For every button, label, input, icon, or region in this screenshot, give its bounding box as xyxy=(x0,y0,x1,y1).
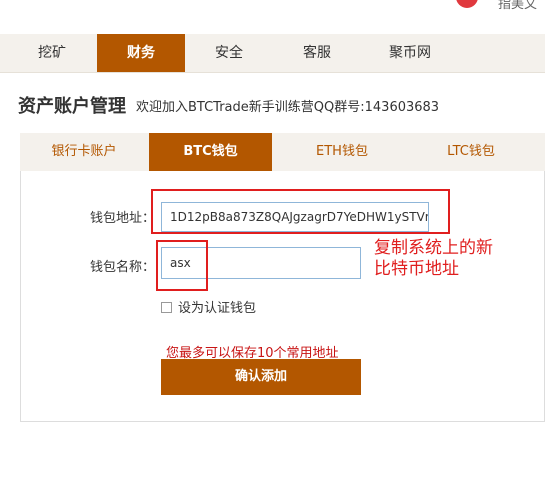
certify-wallet-label: 设为认证钱包 xyxy=(178,301,257,316)
certify-wallet-row[interactable]: 设为认证钱包 xyxy=(161,297,256,316)
tab-btc-wallet[interactable]: BTC钱包 xyxy=(149,133,272,171)
tab-ltc-wallet[interactable]: LTC钱包 xyxy=(407,133,535,171)
main-nav: 挖矿 财务 安全 客服 聚币网 xyxy=(0,34,545,73)
confirm-add-button[interactable]: 确认添加 xyxy=(161,359,361,395)
user-avatar[interactable] xyxy=(456,0,478,8)
wallet-tabs: 银行卡账户 BTC钱包 ETH钱包 LTC钱包 xyxy=(20,133,545,172)
nav-item-security[interactable]: 安全 xyxy=(189,34,269,72)
top-link[interactable]: 指美文 xyxy=(498,0,537,12)
annotation-line-2: 比特币地址 xyxy=(374,259,459,279)
notice-text: 欢迎加入BTCTrade新手训练营QQ群号: xyxy=(136,100,365,115)
address-highlight-box xyxy=(151,189,450,234)
certify-wallet-checkbox[interactable] xyxy=(161,302,172,313)
page-title: 资产账户管理 xyxy=(18,96,126,117)
qq-group-number: 143603683 xyxy=(364,100,440,115)
top-bar: 指美文 xyxy=(0,0,545,34)
page-notice: 欢迎加入BTCTrade新手训练营QQ群号:143603683 xyxy=(136,96,439,115)
address-label: 钱包地址： xyxy=(90,211,156,226)
annotation-line-1: 复制系统上的新 xyxy=(374,238,493,258)
name-highlight-box xyxy=(156,240,208,291)
nav-item-finance[interactable]: 财务 xyxy=(97,34,185,72)
tab-bank-account[interactable]: 银行卡账户 xyxy=(20,133,148,171)
name-label: 钱包名称： xyxy=(90,260,156,275)
annotation-note: 复制系统上的新 比特币地址 xyxy=(374,238,493,280)
nav-item-jubi[interactable]: 聚币网 xyxy=(370,34,450,72)
tab-eth-wallet[interactable]: ETH钱包 xyxy=(278,133,406,171)
nav-item-mining[interactable]: 挖矿 xyxy=(12,34,92,72)
nav-item-support[interactable]: 客服 xyxy=(277,34,357,72)
